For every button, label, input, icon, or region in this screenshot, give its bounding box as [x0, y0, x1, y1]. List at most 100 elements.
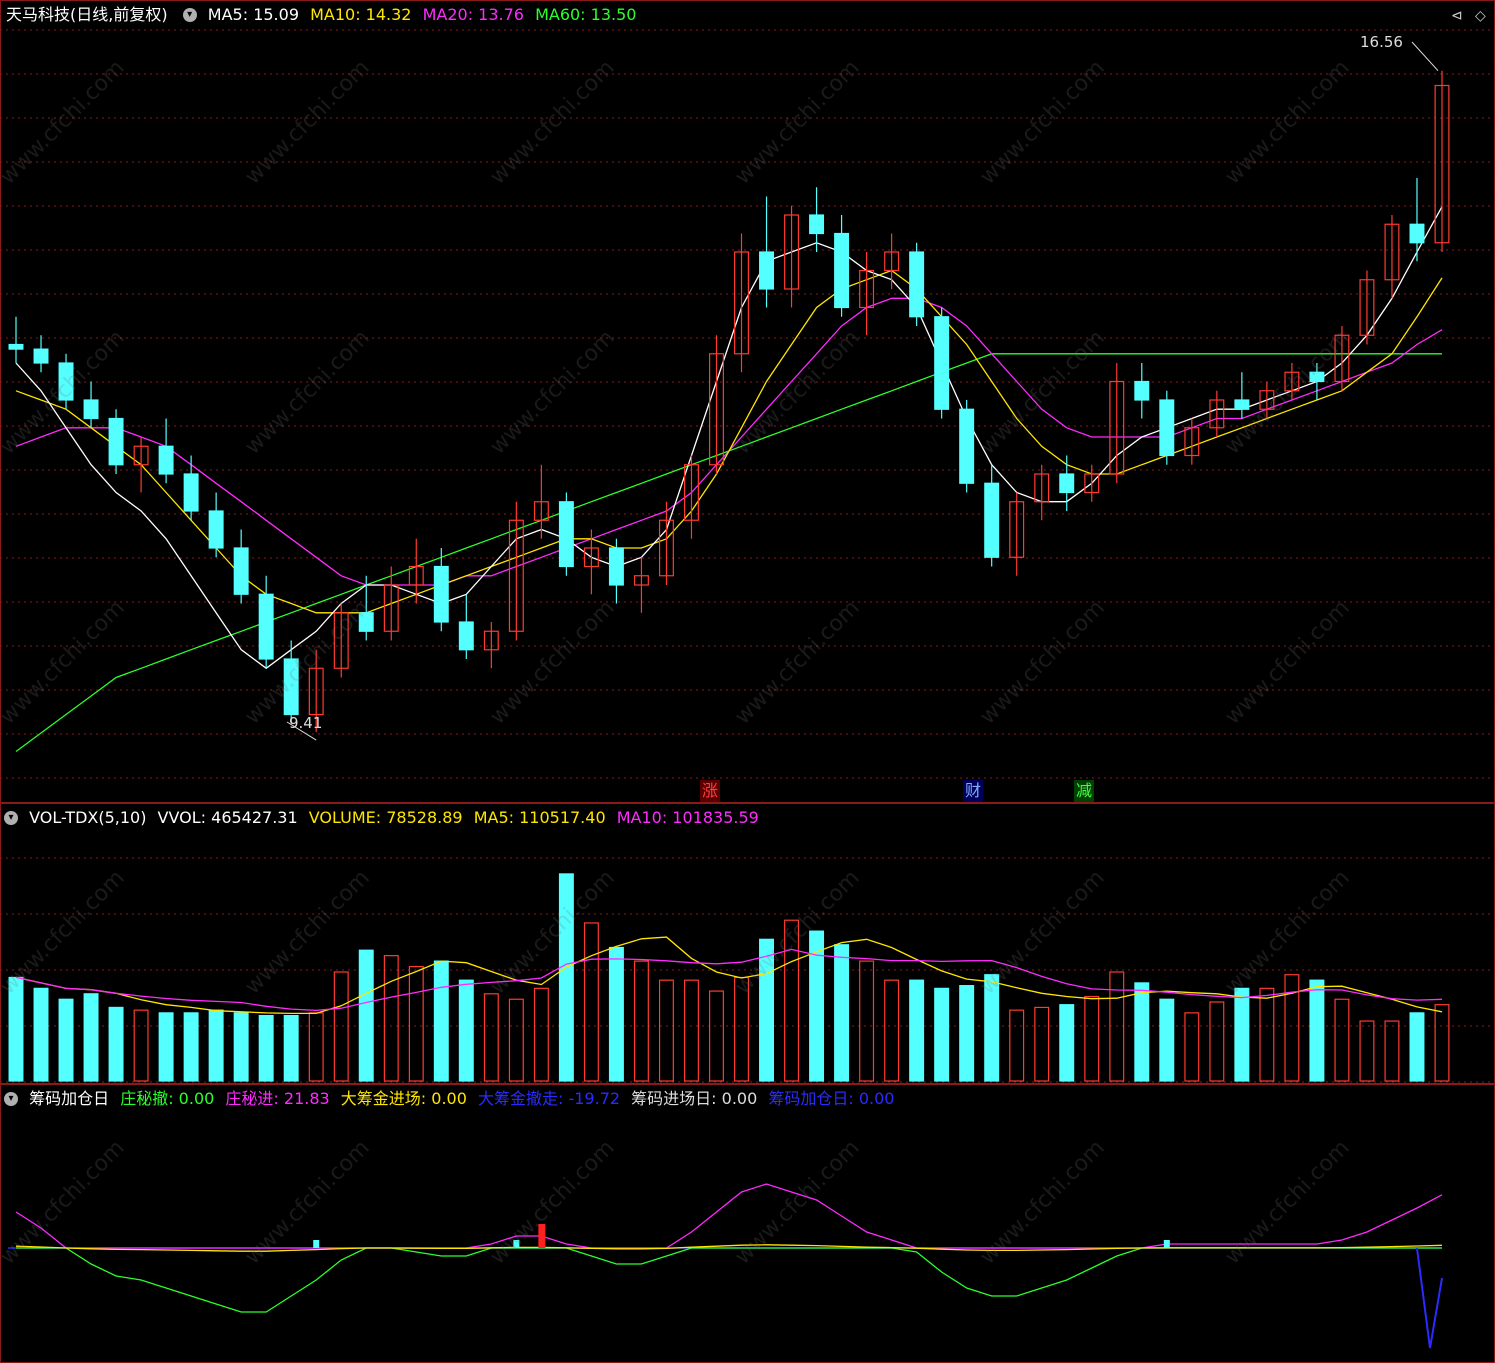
pink-line	[15, 1183, 1443, 1249]
volume-bar	[909, 979, 925, 1082]
volume-bar	[984, 974, 1000, 1082]
indicator-chart[interactable]	[0, 1084, 1495, 1363]
signal-bar	[313, 1240, 320, 1248]
ma5-value: MA5: 15.09	[207, 5, 299, 24]
volume-bar	[859, 960, 875, 1082]
volume-bar	[734, 976, 749, 1082]
candle-body	[458, 621, 474, 651]
volume-bar	[458, 979, 474, 1082]
ma60-line	[15, 353, 1442, 753]
candle-body	[1409, 223, 1425, 244]
volume-bar	[934, 987, 950, 1082]
indicator-panel[interactable]: ▾ 筹码加仓日 庄秘撤: 0.00 庄秘进: 21.83 大筹金进场: 0.00…	[0, 1084, 1495, 1363]
volume-bar	[884, 979, 900, 1082]
candle-body	[233, 547, 249, 595]
volume-bar	[1084, 995, 1100, 1082]
indicator-line5: 筹码进场日: 0.00	[631, 1089, 758, 1108]
volume-bar	[1059, 1004, 1075, 1082]
volume-bar	[1309, 979, 1325, 1082]
candle-body	[83, 399, 99, 420]
volume-ma5-value: MA5: 110517.40	[473, 808, 606, 827]
event-mark-reduce[interactable]: 减	[1074, 780, 1094, 802]
volume-bar	[283, 1015, 299, 1082]
candlestick-chart[interactable]	[0, 0, 1495, 803]
candle-body	[33, 348, 49, 364]
indicator-line4: 大筹金撤走: -19.72	[478, 1089, 621, 1108]
volume-chart[interactable]	[0, 803, 1495, 1084]
candle-body	[608, 547, 624, 586]
candle-body	[1134, 380, 1150, 401]
volume-bar	[108, 1006, 124, 1082]
event-mark-finance[interactable]: 财	[963, 780, 983, 802]
volume-bar	[233, 1012, 249, 1082]
candle-body	[208, 510, 224, 549]
volume-settings-icon[interactable]: ▾	[4, 810, 18, 825]
blue-drop-line	[1415, 1247, 1443, 1349]
volume-bar	[408, 965, 424, 1082]
diamond-icon[interactable]: ◇	[1475, 8, 1486, 24]
stock-name: 天马科技	[6, 5, 71, 24]
signal-bar	[1163, 1240, 1170, 1248]
volume-bar	[508, 998, 524, 1082]
event-mark-rise[interactable]: 涨	[700, 780, 720, 802]
volume-bar	[608, 946, 624, 1082]
price-panel[interactable]: 天马科技(日线,前复权) ▾ MA5: 15.09 MA10: 14.32 MA…	[0, 0, 1495, 803]
volume-bar	[208, 1009, 224, 1082]
indicator-settings-icon[interactable]: ▾	[4, 1091, 18, 1106]
candle-body	[108, 417, 124, 466]
candle-body	[1309, 371, 1325, 383]
candle-body	[58, 362, 74, 401]
volume-bar	[658, 979, 674, 1082]
volume-bar	[533, 987, 549, 1082]
indicator-name: 筹码加仓日	[29, 1089, 110, 1108]
volume-bar	[133, 1009, 149, 1082]
scroll-left-icon[interactable]: ⊲	[1451, 8, 1463, 24]
volume-bar	[1134, 982, 1150, 1082]
volume-bar	[83, 993, 99, 1082]
candle-body	[1159, 399, 1175, 457]
candle-body	[909, 251, 925, 318]
candle-body	[984, 482, 1000, 558]
volume-bar	[158, 1012, 174, 1082]
signal-bar-red	[538, 1224, 546, 1248]
settings-circle-icon[interactable]: ▾	[182, 7, 197, 22]
volume-indicator-name: VOL-TDX(5,10)	[29, 808, 147, 827]
volume-bar	[1234, 987, 1250, 1082]
volume-bar	[183, 1012, 199, 1082]
indicator-line2: 庄秘进: 21.83	[225, 1089, 330, 1108]
volume-bar	[633, 960, 649, 1082]
candle-body	[433, 565, 449, 623]
volume-bar	[759, 938, 775, 1082]
volume-bar	[33, 987, 49, 1082]
candle-body	[8, 343, 24, 350]
volume-bar	[1334, 998, 1350, 1082]
candle-body	[959, 408, 975, 484]
ma5-line	[15, 206, 1443, 670]
volume-bar	[1284, 974, 1300, 1082]
indicator-line6: 筹码加仓日: 0.00	[768, 1089, 895, 1108]
candle-body	[934, 316, 950, 410]
candle-body	[258, 593, 274, 660]
candle-body	[1234, 399, 1250, 410]
period-label: (日线,前复权)	[70, 5, 168, 24]
volume-bar	[583, 922, 599, 1082]
ma60-value: MA60: 13.50	[535, 5, 637, 24]
panel-border	[0, 1084, 1495, 1363]
volume-bar	[1184, 1012, 1200, 1082]
indicator-line1: 庄秘撤: 0.00	[120, 1089, 215, 1108]
volume-bar	[1359, 1020, 1375, 1082]
volume-bar	[1384, 1020, 1400, 1082]
volume-bar	[959, 985, 975, 1082]
ma20-line	[15, 297, 1443, 586]
volume-ma10-line	[15, 948, 1443, 1012]
volume-bar	[784, 919, 800, 1082]
volume-bar	[1034, 1006, 1050, 1082]
volume-bar	[308, 1012, 324, 1082]
ma10-value: MA10: 14.32	[310, 5, 412, 24]
green-line	[16, 1247, 1442, 1313]
low-price-label: 9.41	[289, 714, 323, 732]
candle-body	[1059, 473, 1075, 494]
candle-body	[759, 251, 775, 290]
panel-border	[0, 0, 1495, 803]
volume-panel[interactable]: ▾ VOL-TDX(5,10) VVOL: 465427.31 VOLUME: …	[0, 803, 1495, 1084]
